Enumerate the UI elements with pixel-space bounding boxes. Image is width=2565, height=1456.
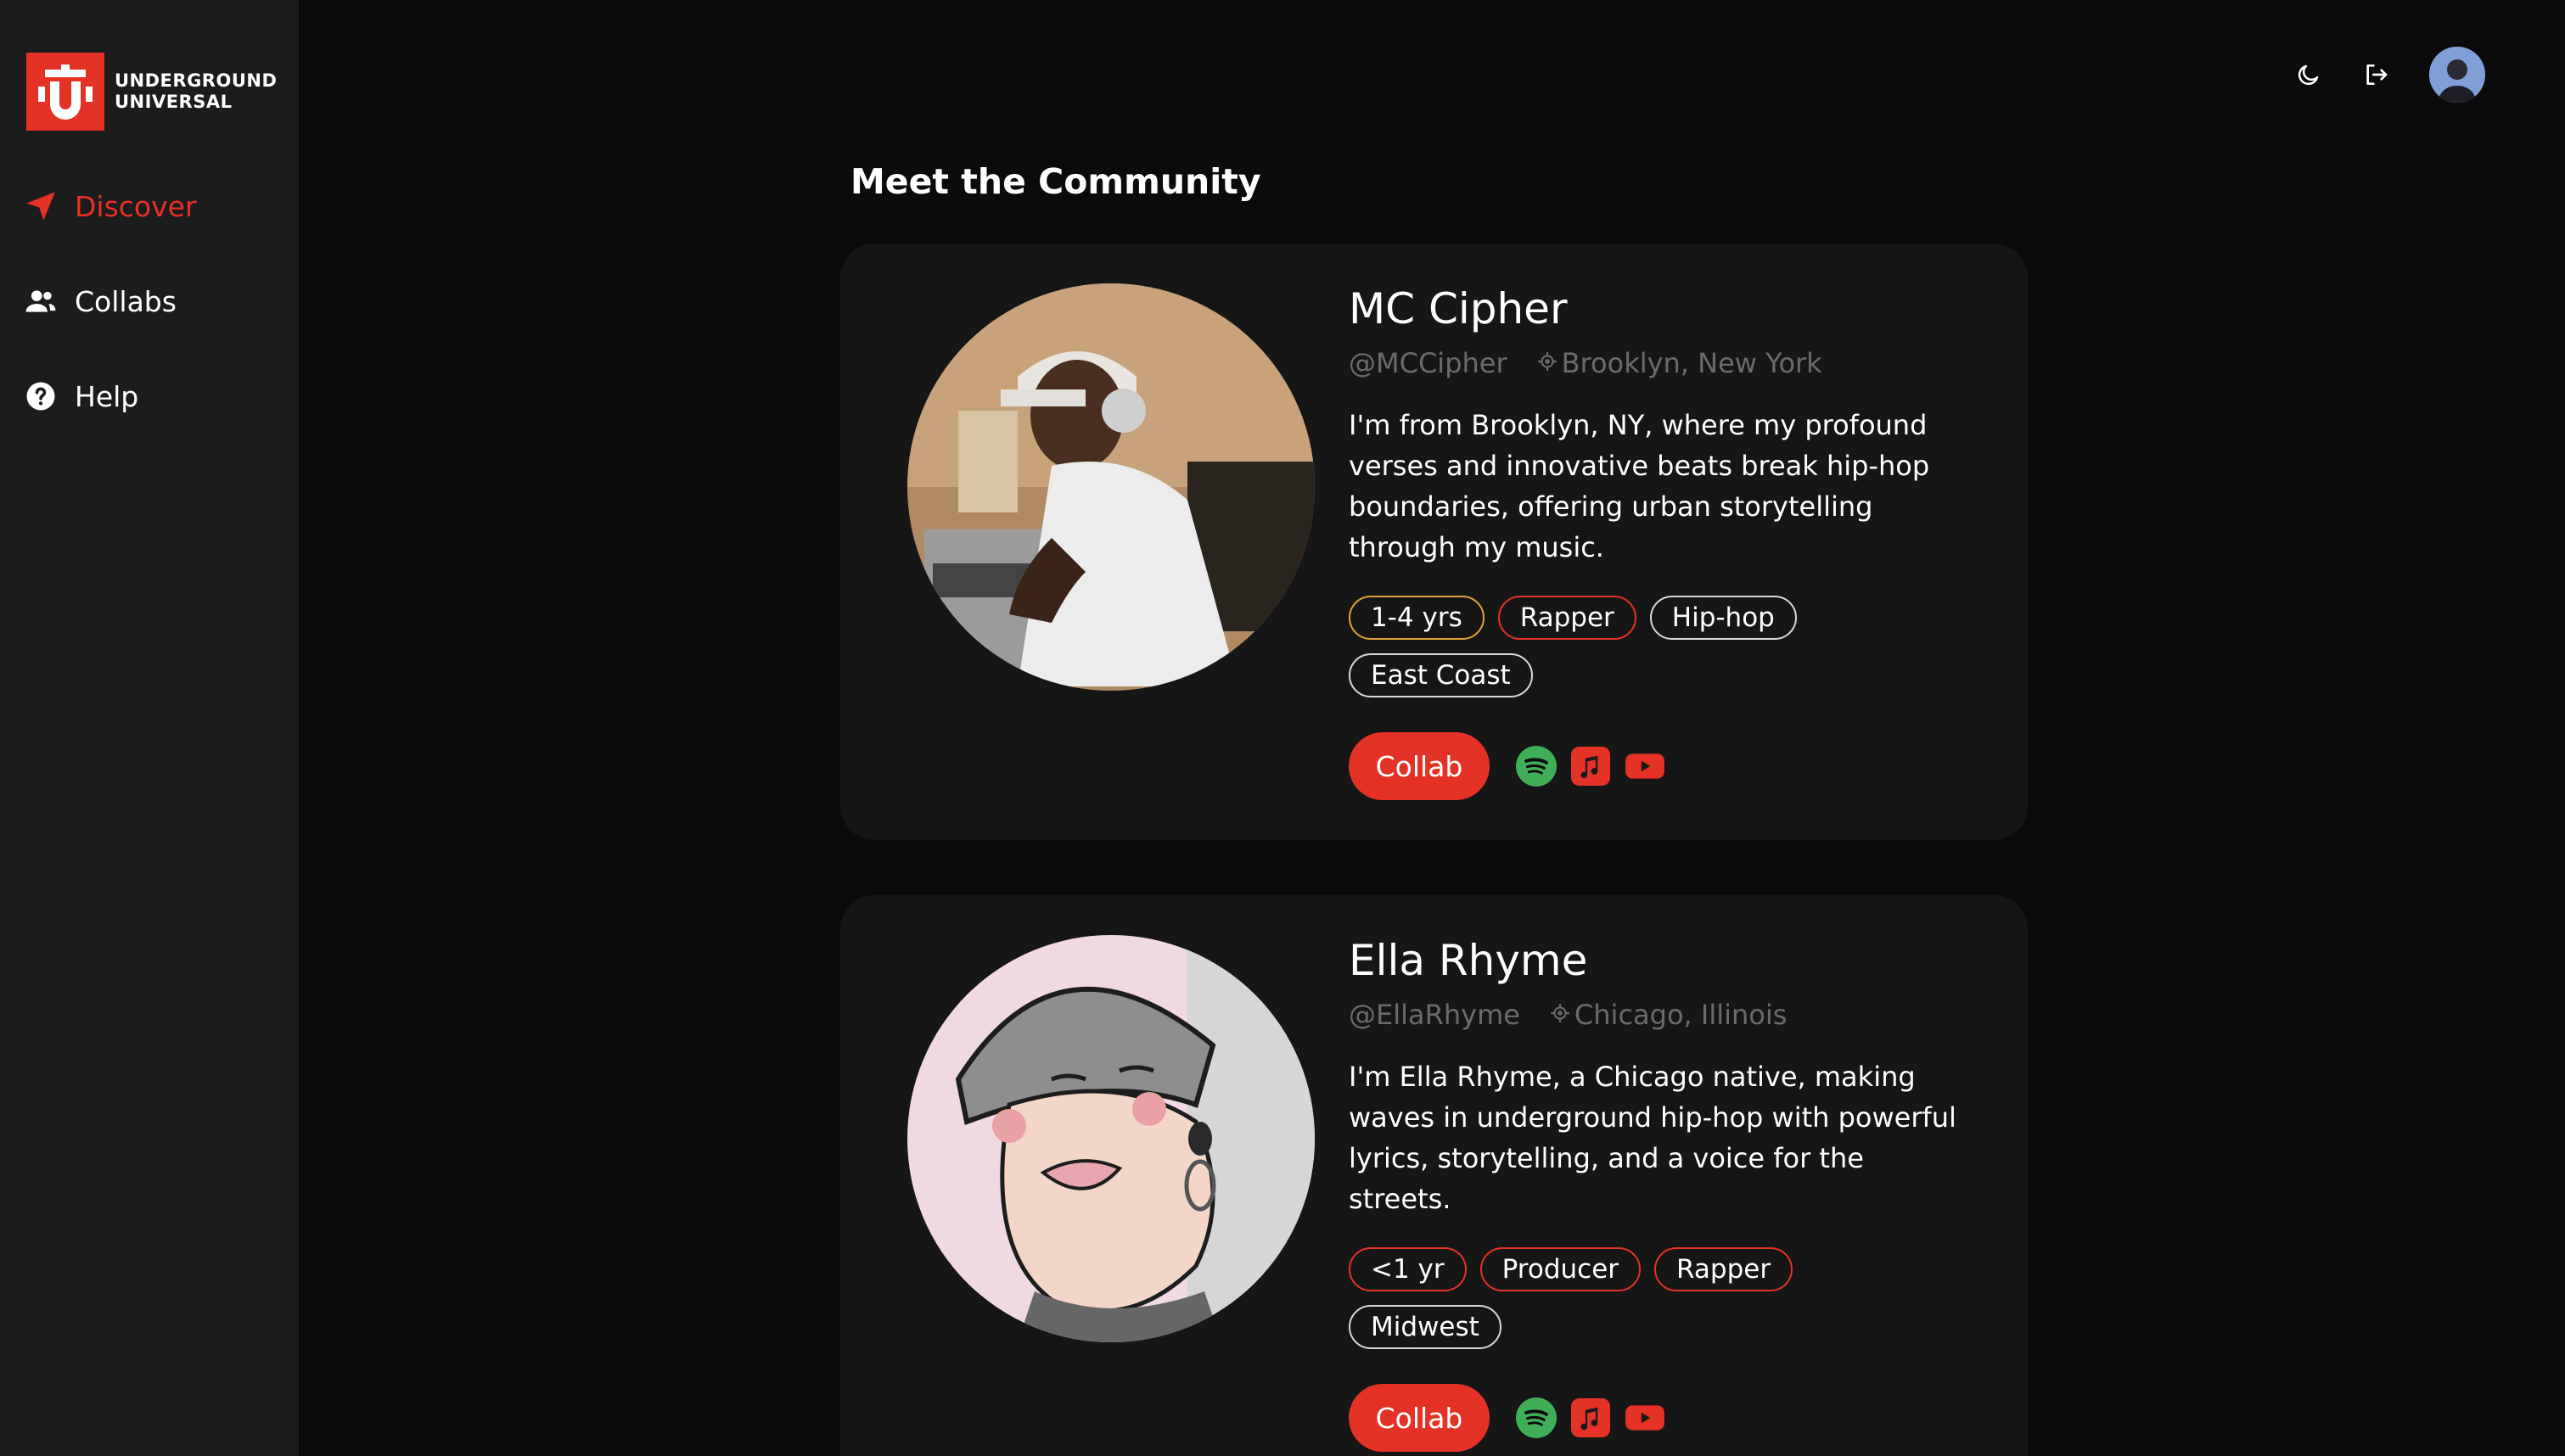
sidebar-item-label: Help [75, 379, 139, 413]
tag-genre: Hip-hop [1649, 596, 1797, 640]
apple-music-icon[interactable] [1569, 745, 1612, 787]
app-root: UNDERGROUND UNIVERSAL Discover Collabs H… [0, 0, 2565, 1456]
brand-line-2: UNIVERSAL [115, 92, 233, 112]
profile-location-text: Brooklyn, New York [1561, 347, 1822, 379]
profile-handle: @MCCipher [1349, 347, 1507, 379]
collab-button[interactable]: Collab [1349, 1384, 1490, 1452]
profile-name: Ella Rhyme [1349, 936, 1588, 985]
youtube-icon[interactable] [1624, 745, 1666, 787]
location-icon [1536, 347, 1562, 379]
sidebar-item-discover[interactable]: Discover [24, 181, 197, 232]
tag-role: Rapper [1654, 1247, 1793, 1291]
sidebar-item-help[interactable]: Help [24, 371, 138, 422]
youtube-icon[interactable] [1624, 1397, 1666, 1439]
tag-role: Producer [1479, 1247, 1642, 1291]
spotify-icon[interactable] [1515, 1397, 1558, 1439]
tag-region: East Coast [1349, 653, 1533, 697]
tag-role: Rapper [1497, 596, 1636, 640]
help-icon [24, 379, 58, 413]
profile-location: Chicago, Illinois [1549, 999, 1787, 1031]
sidebar-item-collabs[interactable]: Collabs [24, 276, 177, 327]
profile-tags: <1 yr Producer Rapper Midwest [1349, 1247, 1943, 1349]
profile-name: MC Cipher [1349, 284, 1568, 333]
user-avatar[interactable] [2429, 47, 2485, 103]
profile-card: Ella Rhyme @EllaRhyme Chicago, Illinois … [840, 895, 2028, 1456]
brand-logo[interactable]: UNDERGROUND UNIVERSAL [26, 53, 277, 131]
profile-actions: Collab [1349, 1384, 1666, 1452]
moon-icon[interactable] [2292, 58, 2326, 92]
spotify-icon[interactable] [1515, 745, 1558, 787]
profile-meta: @MCCipher Brooklyn, New York [1349, 347, 1822, 379]
collab-button[interactable]: Collab [1349, 732, 1490, 800]
users-icon [24, 284, 58, 318]
profile-location-text: Chicago, Illinois [1574, 999, 1788, 1031]
profile-location: Brooklyn, New York [1536, 347, 1822, 379]
logout-icon[interactable] [2359, 58, 2393, 92]
send-icon [24, 189, 58, 223]
tag-experience: <1 yr [1349, 1247, 1467, 1291]
sidebar: UNDERGROUND UNIVERSAL Discover Collabs H… [0, 0, 299, 1456]
tag-experience: 1-4 yrs [1349, 596, 1485, 640]
profile-photo [907, 935, 1315, 1342]
sidebar-item-label: Discover [75, 189, 197, 223]
brand-logo-text: UNDERGROUND UNIVERSAL [115, 70, 277, 113]
tag-region: Midwest [1349, 1305, 1501, 1349]
profile-handle: @EllaRhyme [1349, 999, 1520, 1031]
profile-bio: I'm from Brooklyn, NY, where my profound… [1349, 409, 1930, 563]
brand-line-1: UNDERGROUND [115, 70, 278, 91]
profile-card: MC Cipher @MCCipher Brooklyn, New York I… [840, 244, 2028, 840]
page-title: Meet the Community [850, 161, 1261, 202]
profile-meta: @EllaRhyme Chicago, Illinois [1349, 999, 1787, 1031]
profile-bio: I'm Ella Rhyme, a Chicago native, making… [1349, 1061, 1956, 1215]
apple-music-icon[interactable] [1569, 1397, 1612, 1439]
location-icon [1549, 999, 1574, 1031]
profile-actions: Collab [1349, 732, 1666, 800]
brand-logo-mark [26, 53, 104, 131]
sidebar-item-label: Collabs [75, 284, 177, 318]
profile-tags: 1-4 yrs Rapper Hip-hop East Coast [1349, 596, 1943, 697]
profile-photo [907, 283, 1315, 691]
